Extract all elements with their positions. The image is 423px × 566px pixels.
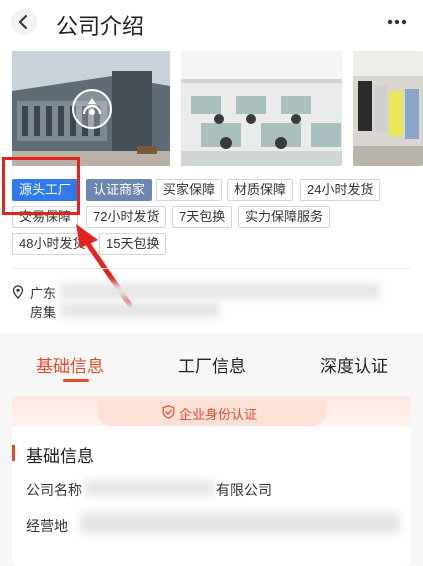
photo-gallery[interactable] (12, 51, 423, 166)
redacted-address (60, 302, 220, 318)
tab-factory-info[interactable]: 工厂信息 (178, 352, 246, 377)
office-photo[interactable] (181, 51, 342, 166)
tag-48h-shipping[interactable]: 48小时发货 (12, 233, 93, 255)
section-accent-bar (12, 445, 15, 461)
tag-strength-guarantee[interactable]: 实力保障服务 (238, 206, 331, 228)
location-pin-icon (12, 285, 24, 299)
info-tabs: 基础信息 工厂信息 深度认证 (0, 340, 423, 386)
showroom-photo[interactable] (353, 51, 423, 166)
tag-7day-exchange[interactable]: 7天包换 (172, 206, 233, 228)
shield-check-icon (162, 405, 175, 419)
tag-buyer-guarantee[interactable]: 买家保障 (156, 179, 223, 201)
address-line-1: 广东 (30, 286, 57, 301)
tag-15day-exchange[interactable]: 15天包换 (99, 233, 167, 255)
back-button[interactable] (10, 8, 38, 36)
basic-info-card: 企业身份认证 基础信息 公司名称 有限公司 经营地 (12, 396, 411, 566)
address-line-2: 房集 (30, 305, 57, 320)
tag-24h-shipping[interactable]: 24小时发货 (300, 179, 381, 201)
chevron-left-icon (11, 9, 37, 35)
more-button[interactable] (383, 8, 411, 36)
tab-basic-info[interactable]: 基础信息 (36, 352, 104, 377)
redacted-company-name (84, 480, 214, 496)
verification-banner-text: 企业身份认证 (179, 407, 258, 422)
business-address-label: 经营地 (26, 518, 68, 534)
more-horizontal-icon (387, 19, 407, 25)
section-title: 基础信息 (26, 447, 94, 466)
redacted-address (60, 283, 380, 299)
tag-verified-merchant[interactable]: 认证商家 (86, 179, 153, 201)
header-bar: 公司介绍 (0, 0, 423, 44)
verification-banner: 企业身份认证 (12, 396, 411, 426)
redacted-business-address (80, 512, 400, 534)
tag-material-guarantee[interactable]: 材质保障 (227, 179, 294, 201)
company-name-value: 有限公司 (216, 482, 272, 498)
divider (12, 268, 411, 269)
page-title: 公司介绍 (56, 14, 145, 39)
play-icon[interactable] (71, 88, 113, 130)
company-address[interactable]: 广东 房集 (12, 280, 412, 320)
factory-building-photo[interactable] (12, 51, 170, 166)
annotation-highlight-box (2, 157, 80, 215)
company-name-label: 公司名称 (26, 482, 82, 498)
tab-deep-certification[interactable]: 深度认证 (320, 352, 388, 377)
tag-72h-shipping[interactable]: 72小时发货 (86, 206, 167, 228)
active-tab-indicator (63, 379, 89, 382)
